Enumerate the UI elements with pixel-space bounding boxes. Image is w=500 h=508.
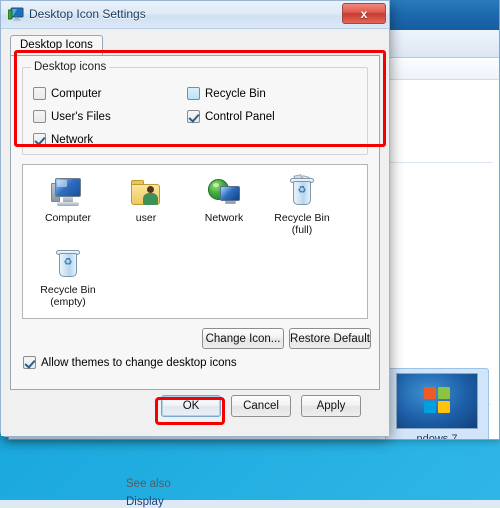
monitor-icon [7, 7, 24, 22]
icon-caption: user [135, 212, 157, 224]
dialog-titlebar[interactable]: Desktop Icon Settings x [1, 1, 389, 29]
checkbox-computer[interactable] [33, 87, 46, 100]
desktop-icons-groupbox: Desktop icons Computer Recycle Bin User'… [22, 61, 368, 155]
icon-caption: Recycle Bin (full) [274, 212, 330, 237]
checkbox-network[interactable] [33, 133, 46, 146]
icon-preview-grid: Computer user Network ♻ Recycle Bin (ful… [29, 173, 361, 317]
icon-item-computer[interactable]: Computer [29, 173, 107, 245]
dialog-body: Desktop Icons Desktop icons Computer Rec… [1, 29, 389, 436]
theme-tile-label: ndows 7 [416, 433, 458, 439]
checkbox-row-control-panel[interactable]: Control Panel [187, 110, 275, 123]
recycle-bin-full-icon: ♻ [285, 174, 319, 209]
change-icon-button[interactable]: Change Icon... [202, 328, 284, 349]
checkbox-allow-themes[interactable] [23, 356, 36, 369]
checkbox-control-panel[interactable] [187, 110, 200, 123]
user-folder-icon [129, 175, 163, 209]
checkbox-recycle-bin[interactable] [187, 87, 200, 100]
theme-tile-windows7[interactable]: ndows 7 [385, 368, 489, 439]
restore-default-button[interactable]: Restore Default [289, 328, 371, 349]
checkbox-row-allow-themes[interactable]: Allow themes to change desktop icons [23, 356, 237, 369]
tab-panel-desktop-icons: Desktop icons Computer Recycle Bin User'… [10, 55, 380, 390]
checkbox-row-users-files[interactable]: User's Files [33, 110, 111, 123]
checkbox-label-network: Network [51, 133, 94, 146]
icon-item-recycle-bin-empty[interactable]: ♻ Recycle Bin (empty) [29, 245, 107, 317]
icon-caption: Recycle Bin (empty) [40, 284, 96, 309]
dialog-title: Desktop Icon Settings [29, 7, 146, 21]
icon-item-user[interactable]: user [107, 173, 185, 245]
checkbox-row-network[interactable]: Network [33, 133, 93, 146]
checkbox-row-recycle-bin[interactable]: Recycle Bin [187, 87, 266, 100]
theme-thumbnail-windows7 [396, 373, 478, 429]
recycle-bin-empty-icon: ♻ [51, 247, 85, 281]
checkbox-label-recycle-bin: Recycle Bin [205, 87, 266, 100]
windows-logo-icon [424, 386, 450, 413]
checkbox-label-users-files: User's Files [51, 110, 111, 123]
icon-caption: Computer [44, 212, 92, 224]
network-globe-icon [207, 175, 241, 209]
groupbox-legend: Desktop icons [31, 61, 110, 73]
checkbox-label-control-panel: Control Panel [205, 110, 275, 123]
dialog-footer: OK Cancel Apply [1, 390, 389, 436]
desktop-icon-settings-dialog: Desktop Icon Settings x Desktop Icons De… [0, 0, 390, 437]
apply-button[interactable]: Apply [301, 395, 361, 417]
icon-item-network[interactable]: Network [185, 173, 263, 245]
checkbox-users-files[interactable] [33, 110, 46, 123]
cancel-button[interactable]: Cancel [231, 395, 291, 417]
tab-desktop-icons[interactable]: Desktop Icons [10, 35, 103, 56]
tab-strip: Desktop Icons [10, 35, 380, 56]
close-icon[interactable]: x [342, 3, 386, 24]
icon-item-recycle-bin-full[interactable]: ♻ Recycle Bin (full) [263, 173, 341, 245]
theme-tile-architecture[interactable]: Arch [493, 368, 499, 439]
icon-preview-panel[interactable]: Computer user Network ♻ Recycle Bin (ful… [22, 164, 368, 319]
checkbox-label-computer: Computer [51, 87, 102, 100]
see-also-heading: See also [126, 478, 171, 490]
icon-caption: Network [204, 212, 244, 224]
ok-button[interactable]: OK [161, 395, 221, 417]
checkbox-label-allow-themes: Allow themes to change desktop icons [41, 356, 237, 369]
see-also-link-display[interactable]: Display [126, 496, 164, 508]
computer-icon [51, 175, 85, 209]
checkbox-row-computer[interactable]: Computer [33, 87, 102, 100]
